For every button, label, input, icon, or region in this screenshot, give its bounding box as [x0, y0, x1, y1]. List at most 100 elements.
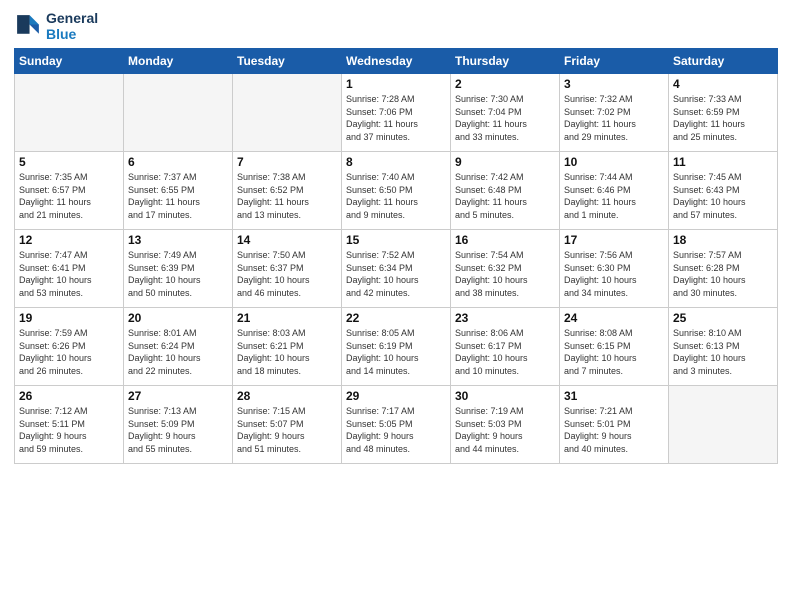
cell-info: Sunrise: 7:47 AM Sunset: 6:41 PM Dayligh… [19, 249, 119, 299]
day-number: 2 [455, 77, 555, 91]
calendar-cell: 21Sunrise: 8:03 AM Sunset: 6:21 PM Dayli… [233, 308, 342, 386]
calendar-cell: 17 Sunrise: 7:56 AM Sunset: 6:30 PM Dayli… [560, 230, 669, 308]
day-number: 13 [128, 233, 228, 247]
day-number: 29 [346, 389, 446, 403]
day-number: 31 [564, 389, 664, 403]
calendar-cell: 6 Sunrise: 7:37 AM Sunset: 6:55 PM Daylig… [124, 152, 233, 230]
day-number: 22 [346, 311, 446, 325]
calendar-table: SundayMondayTuesdayWednesdayThursdayFrid… [14, 48, 778, 464]
col-header-saturday: Saturday [669, 49, 778, 74]
calendar-cell: 23 Sunrise: 8:06 AM Sunset: 6:17 PM Dayli… [451, 308, 560, 386]
calendar-cell: 3 Sunrise: 7:32 AM Sunset: 7:02 PM Daylig… [560, 74, 669, 152]
cell-info: Sunrise: 7:21 AM Sunset: 5:01 PM Dayligh… [564, 405, 664, 455]
day-number: 28 [237, 389, 337, 403]
calendar-cell: 22 Sunrise: 8:05 AM Sunset: 6:19 PM Dayli… [342, 308, 451, 386]
cell-info: Sunrise: 7:33 AM Sunset: 6:59 PM Dayligh… [673, 93, 773, 143]
col-header-friday: Friday [560, 49, 669, 74]
col-header-sunday: Sunday [15, 49, 124, 74]
calendar-cell: 5 Sunrise: 7:35 AM Sunset: 6:57 PM Daylig… [15, 152, 124, 230]
day-number: 19 [19, 311, 119, 325]
cell-info: Sunrise: 7:44 AM Sunset: 6:46 PM Dayligh… [564, 171, 664, 221]
calendar-cell: 8Sunrise: 7:40 AM Sunset: 6:50 PM Daylig… [342, 152, 451, 230]
calendar-cell: 18 Sunrise: 7:57 AM Sunset: 6:28 PM Dayli… [669, 230, 778, 308]
day-number: 27 [128, 389, 228, 403]
cell-info: Sunrise: 7:57 AM Sunset: 6:28 PM Dayligh… [673, 249, 773, 299]
day-number: 30 [455, 389, 555, 403]
calendar-cell: 9 Sunrise: 7:42 AM Sunset: 6:48 PM Daylig… [451, 152, 560, 230]
calendar-cell [15, 74, 124, 152]
day-number: 9 [455, 155, 555, 169]
day-number: 18 [673, 233, 773, 247]
day-number: 26 [19, 389, 119, 403]
cell-info: Sunrise: 7:32 AM Sunset: 7:02 PM Dayligh… [564, 93, 664, 143]
cell-info: Sunrise: 7:59 AM Sunset: 6:26 PM Dayligh… [19, 327, 119, 377]
calendar-cell: 25Sunrise: 8:10 AM Sunset: 6:13 PM Dayli… [669, 308, 778, 386]
day-number: 17 [564, 233, 664, 247]
day-number: 25 [673, 311, 773, 325]
col-header-monday: Monday [124, 49, 233, 74]
day-number: 10 [564, 155, 664, 169]
calendar-cell: 11 Sunrise: 7:45 AM Sunset: 6:43 PM Dayli… [669, 152, 778, 230]
calendar-cell [233, 74, 342, 152]
calendar-cell: 10 Sunrise: 7:44 AM Sunset: 6:46 PM Dayli… [560, 152, 669, 230]
day-number: 8 [346, 155, 446, 169]
day-number: 21 [237, 311, 337, 325]
day-number: 24 [564, 311, 664, 325]
day-number: 20 [128, 311, 228, 325]
col-header-thursday: Thursday [451, 49, 560, 74]
cell-info: Sunrise: 7:28 AM Sunset: 7:06 PM Dayligh… [346, 93, 446, 143]
col-header-tuesday: Tuesday [233, 49, 342, 74]
calendar-cell: 4Sunrise: 7:33 AM Sunset: 6:59 PM Daylig… [669, 74, 778, 152]
calendar-cell [669, 386, 778, 464]
calendar-cell: 1 Sunrise: 7:28 AM Sunset: 7:06 PM Daylig… [342, 74, 451, 152]
page-container: General Blue SundayMondayTuesdayWednesda… [0, 0, 792, 474]
day-number: 3 [564, 77, 664, 91]
cell-info: Sunrise: 7:30 AM Sunset: 7:04 PM Dayligh… [455, 93, 555, 143]
page-header: General Blue [14, 10, 778, 42]
day-number: 1 [346, 77, 446, 91]
cell-info: Sunrise: 7:19 AM Sunset: 5:03 PM Dayligh… [455, 405, 555, 455]
cell-info: Sunrise: 7:52 AM Sunset: 6:34 PM Dayligh… [346, 249, 446, 299]
cell-info: Sunrise: 7:56 AM Sunset: 6:30 PM Dayligh… [564, 249, 664, 299]
calendar-cell: 29 Sunrise: 7:17 AM Sunset: 5:05 PM Dayli… [342, 386, 451, 464]
col-header-wednesday: Wednesday [342, 49, 451, 74]
calendar-cell: 31 Sunrise: 7:21 AM Sunset: 5:01 PM Dayli… [560, 386, 669, 464]
cell-info: Sunrise: 7:15 AM Sunset: 5:07 PM Dayligh… [237, 405, 337, 455]
day-number: 11 [673, 155, 773, 169]
cell-info: Sunrise: 8:08 AM Sunset: 6:15 PM Dayligh… [564, 327, 664, 377]
cell-info: Sunrise: 7:49 AM Sunset: 6:39 PM Dayligh… [128, 249, 228, 299]
calendar-cell: 26 Sunrise: 7:12 AM Sunset: 5:11 PM Dayli… [15, 386, 124, 464]
cell-info: Sunrise: 7:38 AM Sunset: 6:52 PM Dayligh… [237, 171, 337, 221]
logo-icon [14, 12, 42, 40]
logo-text: General Blue [46, 10, 98, 42]
day-number: 15 [346, 233, 446, 247]
cell-info: Sunrise: 7:35 AM Sunset: 6:57 PM Dayligh… [19, 171, 119, 221]
cell-info: Sunrise: 8:05 AM Sunset: 6:19 PM Dayligh… [346, 327, 446, 377]
calendar-cell: 2 Sunrise: 7:30 AM Sunset: 7:04 PM Daylig… [451, 74, 560, 152]
calendar-cell: 19 Sunrise: 7:59 AM Sunset: 6:26 PM Dayli… [15, 308, 124, 386]
cell-info: Sunrise: 7:45 AM Sunset: 6:43 PM Dayligh… [673, 171, 773, 221]
calendar-cell: 14 Sunrise: 7:50 AM Sunset: 6:37 PM Dayli… [233, 230, 342, 308]
logo: General Blue [14, 10, 98, 42]
day-number: 14 [237, 233, 337, 247]
cell-info: Sunrise: 7:37 AM Sunset: 6:55 PM Dayligh… [128, 171, 228, 221]
calendar-cell: 30 Sunrise: 7:19 AM Sunset: 5:03 PM Dayli… [451, 386, 560, 464]
day-number: 7 [237, 155, 337, 169]
cell-info: Sunrise: 8:01 AM Sunset: 6:24 PM Dayligh… [128, 327, 228, 377]
day-number: 6 [128, 155, 228, 169]
calendar-cell: 13 Sunrise: 7:49 AM Sunset: 6:39 PM Dayli… [124, 230, 233, 308]
day-number: 23 [455, 311, 555, 325]
calendar-cell: 7 Sunrise: 7:38 AM Sunset: 6:52 PM Daylig… [233, 152, 342, 230]
cell-info: Sunrise: 7:50 AM Sunset: 6:37 PM Dayligh… [237, 249, 337, 299]
calendar-cell: 27Sunrise: 7:13 AM Sunset: 5:09 PM Dayli… [124, 386, 233, 464]
day-number: 5 [19, 155, 119, 169]
calendar-cell: 16Sunrise: 7:54 AM Sunset: 6:32 PM Dayli… [451, 230, 560, 308]
cell-info: Sunrise: 7:54 AM Sunset: 6:32 PM Dayligh… [455, 249, 555, 299]
cell-info: Sunrise: 7:12 AM Sunset: 5:11 PM Dayligh… [19, 405, 119, 455]
calendar-cell: 15 Sunrise: 7:52 AM Sunset: 6:34 PM Dayli… [342, 230, 451, 308]
calendar-cell: 20 Sunrise: 8:01 AM Sunset: 6:24 PM Dayli… [124, 308, 233, 386]
cell-info: Sunrise: 7:42 AM Sunset: 6:48 PM Dayligh… [455, 171, 555, 221]
calendar-cell [124, 74, 233, 152]
cell-info: Sunrise: 7:17 AM Sunset: 5:05 PM Dayligh… [346, 405, 446, 455]
cell-info: Sunrise: 8:06 AM Sunset: 6:17 PM Dayligh… [455, 327, 555, 377]
